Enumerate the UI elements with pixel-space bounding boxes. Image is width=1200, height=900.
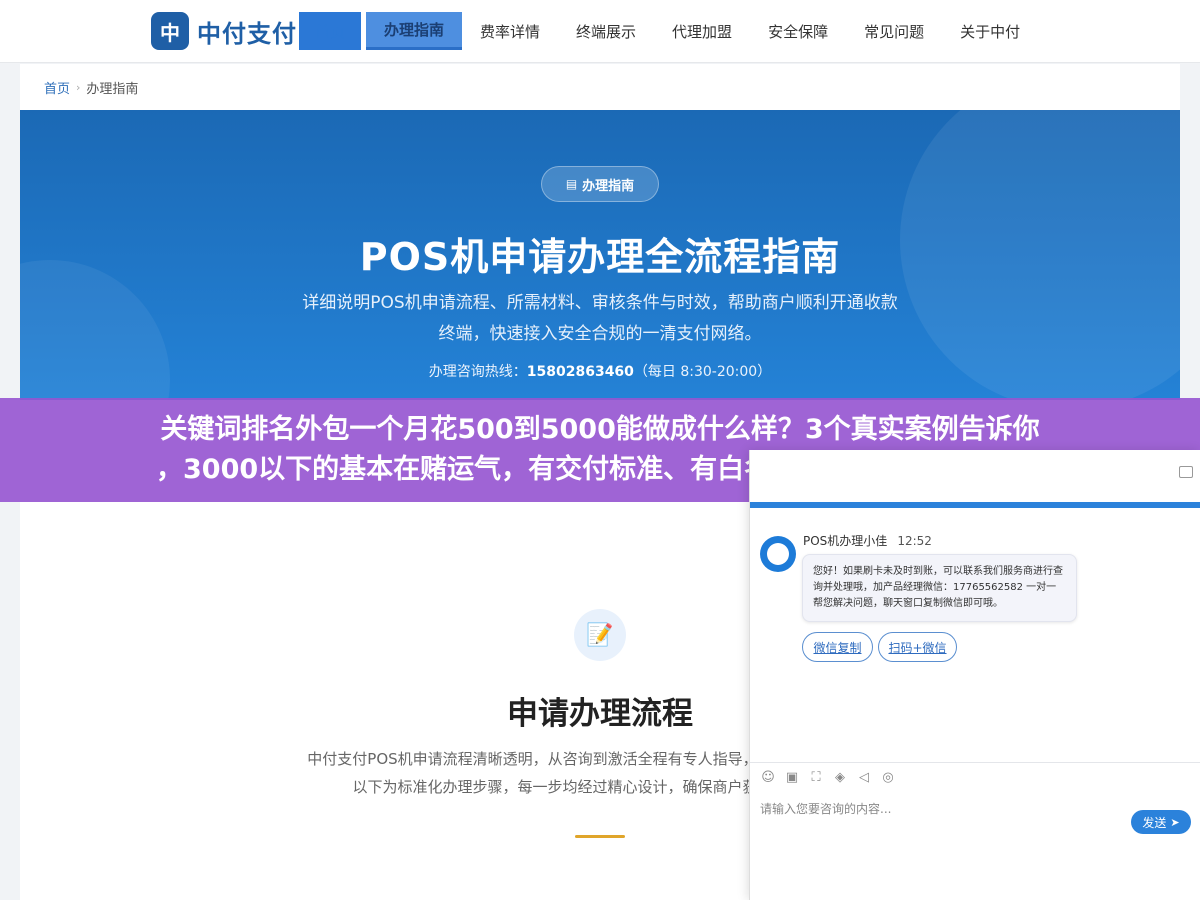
wechat-icon[interactable]: ◎ xyxy=(880,770,896,786)
chat-header xyxy=(750,450,1200,508)
logo-text: 中付支付 xyxy=(197,19,297,48)
section-underline xyxy=(575,835,625,838)
hotline-number[interactable]: 15802863460 xyxy=(527,364,634,380)
copy-wechat-button[interactable]: 微信复制 xyxy=(802,632,873,662)
nav-item-about[interactable]: 关于中付 xyxy=(942,12,1038,50)
nav-item-security[interactable]: 安全保障 xyxy=(750,12,846,50)
chat-divider xyxy=(750,762,1200,763)
voice-icon[interactable]: ◁ xyxy=(856,770,872,786)
site-header: 中 中付支付 首页 办理指南 费率详情 终端展示 代理加盟 安全保障 常见问题 … xyxy=(0,0,1200,63)
breadcrumb: 首页 › 办理指南 xyxy=(20,64,1180,110)
chat-toolbar: ☺ ▣ ⛶ ◈ ◁ ◎ xyxy=(760,770,904,786)
breadcrumb-separator: › xyxy=(76,80,81,94)
hero-section: ▤ 办理指南 POS机申请办理全流程指南 详细说明POS机申请流程、所需材料、审… xyxy=(20,110,1180,400)
breadcrumb-home-link[interactable]: 首页 xyxy=(44,78,70,97)
nav-item-guide[interactable]: 办理指南 xyxy=(366,12,463,50)
nav-item-rates[interactable]: 费率详情 xyxy=(462,12,558,50)
image-icon[interactable]: ▣ xyxy=(784,770,800,786)
logo-mark: 中 xyxy=(151,12,189,50)
send-arrow-icon: ➤ xyxy=(1170,815,1180,829)
shield-icon[interactable]: ◈ xyxy=(832,770,848,786)
banner-line-1: 关键词排名外包一个月花500到5000能做成什么样？3个真实案例告诉你 xyxy=(160,414,1040,445)
breadcrumb-current: 办理指南 xyxy=(86,81,139,97)
memo-icon: 📝 xyxy=(574,609,626,661)
emoji-icon[interactable]: ☺ xyxy=(760,770,776,786)
message-time: 12:52 xyxy=(897,534,932,548)
nav-item-terminals[interactable]: 终端展示 xyxy=(558,12,654,50)
hotline-label: 办理咨询热线： xyxy=(428,364,527,380)
nav-item-home[interactable]: 首页 xyxy=(299,12,361,50)
send-button[interactable]: 发送 ➤ xyxy=(1131,810,1191,834)
agent-meta: POS机办理小佳 12:52 xyxy=(803,532,932,549)
site-logo[interactable]: 中 中付支付 xyxy=(151,12,297,50)
hotline-hours: （每日 8:30-20:00） xyxy=(633,364,772,380)
scan-wechat-button[interactable]: 扫码+微信 xyxy=(878,632,957,662)
nav-item-agency[interactable]: 代理加盟 xyxy=(654,12,750,50)
chat-widget: POS机办理小佳 12:52 您好！如果刷卡未及时到账，可以联系我们服务商进行查询… xyxy=(749,450,1200,900)
hero-title: POS机申请办理全流程指南 xyxy=(359,235,841,279)
agent-avatar xyxy=(760,536,796,572)
avatar-face-icon xyxy=(767,543,789,565)
hero-badge: ▤ 办理指南 xyxy=(541,166,659,202)
hero-hotline: 办理咨询热线：15802863460（每日 8:30-20:00） xyxy=(20,361,1180,381)
agent-name: POS机办理小佳 xyxy=(803,534,888,548)
clipboard-icon: ▤ xyxy=(565,177,578,191)
hero-description: 详细说明POS机申请流程、所需材料、审核条件与时效，帮助商户顺利开通收款终端，快… xyxy=(302,293,898,344)
chat-message-bubble: 您好！如果刷卡未及时到账，可以联系我们服务商进行查询并处理哦，加产品经理微信：1… xyxy=(802,554,1077,622)
minimize-icon[interactable] xyxy=(1179,466,1193,478)
screenshot-icon[interactable]: ⛶ xyxy=(808,770,824,786)
main-nav: 首页 办理指南 费率详情 终端展示 代理加盟 安全保障 常见问题 关于中付 xyxy=(299,12,1038,50)
chat-header-bar xyxy=(750,502,1200,508)
hero-badge-label: 办理指南 xyxy=(582,178,635,194)
nav-item-faq[interactable]: 常见问题 xyxy=(846,12,942,50)
chat-message-input[interactable]: 请输入您要咨询的内容... xyxy=(760,800,1120,817)
send-button-label: 发送 xyxy=(1142,815,1167,830)
